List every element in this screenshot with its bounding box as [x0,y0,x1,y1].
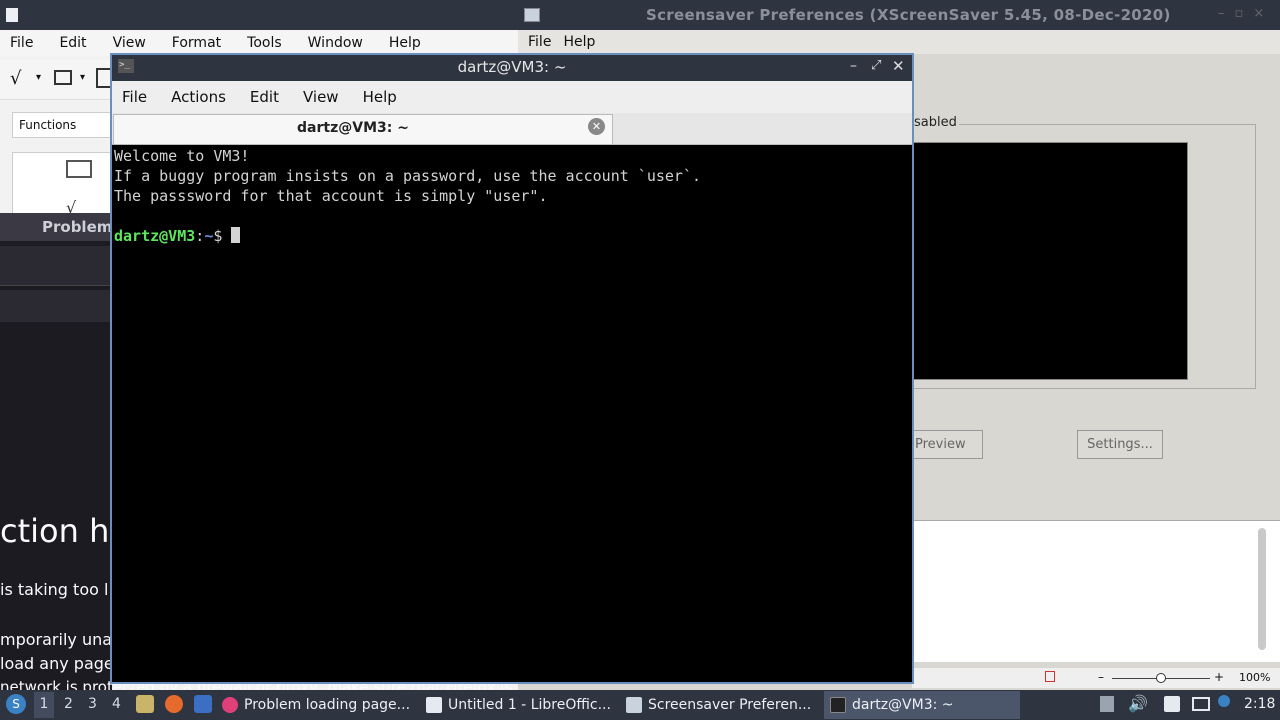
screensaver-icon [626,697,642,713]
functions-dropdown[interactable]: Functions [12,112,122,138]
term-menu-view[interactable]: View [303,88,339,106]
network-icon[interactable] [1192,697,1210,711]
workspace-3[interactable]: 3 [88,696,97,712]
term-menu-edit[interactable]: Edit [250,88,279,106]
term-menu-actions[interactable]: Actions [171,88,226,106]
document-icon [6,8,18,22]
tab-close-icon[interactable]: ✕ [588,118,605,135]
screensaver-menubar: File Help [518,30,1280,54]
update-notification-icon[interactable] [1218,695,1230,707]
zoom-out-button[interactable]: – [1098,670,1104,684]
firefox-launcher-icon[interactable] [165,695,183,713]
terminal-icon [830,697,846,713]
screensaver-title: Screensaver Preferences (XScreenSaver 5.… [646,6,1171,24]
terminal-tab-label[interactable]: dartz@VM3: ~ [113,120,593,136]
preview-screen [912,142,1188,380]
task-screensaver[interactable]: Screensaver Preferen... [626,691,818,719]
description-box [912,520,1280,662]
ss-menu-file[interactable]: File [528,34,551,50]
prompt-symbol: $ [213,227,232,245]
lo-menu-view[interactable]: View [113,35,146,51]
document-modified-icon [1045,671,1055,682]
libreoffice-statusbar [912,668,1280,688]
screensaver-window-icon [524,8,540,22]
workspace-4[interactable]: 4 [112,696,121,712]
terminal-line: Welcome to VM3! [114,147,250,165]
terminal-line: The passsword for that account is simply… [114,187,548,205]
window-controls[interactable]: –▫× [1218,6,1274,21]
close-icon[interactable]: ✕ [892,57,905,75]
clipboard-icon[interactable] [1164,696,1180,712]
desktop-icon[interactable] [194,695,212,713]
lo-menu-help[interactable]: Help [389,35,421,51]
maximize-icon[interactable]: ⤢ [871,58,881,73]
lo-menu-tools[interactable]: Tools [247,35,282,51]
lo-menu-format[interactable]: Format [172,35,221,51]
text-cursor [231,227,241,243]
prompt-user: dartz@VM3 [114,227,196,245]
firefox-navbar [0,246,112,286]
error-text-line: is taking too l [0,580,109,599]
eject-icon[interactable] [1100,696,1114,712]
zoom-slider-thumb[interactable] [1156,673,1166,683]
task-firefox[interactable]: Problem loading page... [222,691,418,719]
terminal-menubar: File Actions Edit View Help [112,81,912,113]
bracket-element-icon[interactable] [66,160,92,178]
zoom-value[interactable]: 100% [1239,671,1270,684]
close-icon[interactable]: × [1253,6,1274,21]
task-label: Untitled 1 - LibreOffic... [448,697,611,713]
minimize-icon[interactable]: – [850,58,857,74]
chevron-down-icon[interactable]: ▾ [80,72,85,83]
workspace-2[interactable]: 2 [64,696,73,712]
chevron-down-icon[interactable]: ▾ [36,72,41,83]
firefox-bookmarks-bar [0,290,112,322]
terminal-line: If a buggy program insists on a password… [114,167,701,185]
lo-menu-window[interactable]: Window [308,35,363,51]
term-menu-help[interactable]: Help [363,88,397,106]
file-manager-icon[interactable] [136,695,154,713]
task-terminal[interactable]: dartz@VM3: ~ [824,691,1020,719]
minimize-icon[interactable]: – [1218,6,1235,21]
terminal-output[interactable]: Welcome to VM3! If a buggy program insis… [114,146,910,680]
clock[interactable]: 2:18 [1244,696,1275,712]
maximize-icon[interactable]: ▫ [1235,6,1254,21]
workspace-1[interactable]: 1 [34,692,54,718]
formula-icon[interactable]: √ [10,68,21,89]
task-libreoffice[interactable]: Untitled 1 - LibreOffic... [426,691,618,719]
open-folder-icon[interactable] [54,70,72,85]
task-label: Problem loading page... [244,697,411,713]
terminal-prompt-line[interactable]: dartz@VM3:~$ [114,226,910,246]
description-scrollbar[interactable] [1258,528,1266,650]
ss-menu-help[interactable]: Help [563,34,595,50]
libreoffice-writer-icon [426,697,442,713]
lo-menu-file[interactable]: File [10,35,33,51]
prompt-separator: : [195,227,205,245]
volume-icon[interactable]: 🔊 [1128,694,1148,713]
start-menu-icon[interactable]: S [6,694,26,714]
settings-button[interactable]: Settings... [1077,430,1163,459]
task-label: dartz@VM3: ~ [852,697,954,713]
preview-frame-label: sabled [912,115,959,130]
libreoffice-titlebar[interactable] [0,0,520,30]
task-label: Screensaver Preferen... [648,697,812,713]
zoom-in-button[interactable]: + [1214,670,1224,684]
term-menu-file[interactable]: File [122,88,147,106]
error-text-line: load any pages [0,654,123,673]
terminal-title: dartz@VM3: ~ [457,58,567,76]
error-text-line: mporarily unav [0,630,122,649]
lo-menu-edit[interactable]: Edit [59,35,86,51]
prompt-path: ~ [204,227,214,245]
firefox-icon [222,697,238,713]
firefox-tab-title[interactable]: Problem [42,218,112,236]
